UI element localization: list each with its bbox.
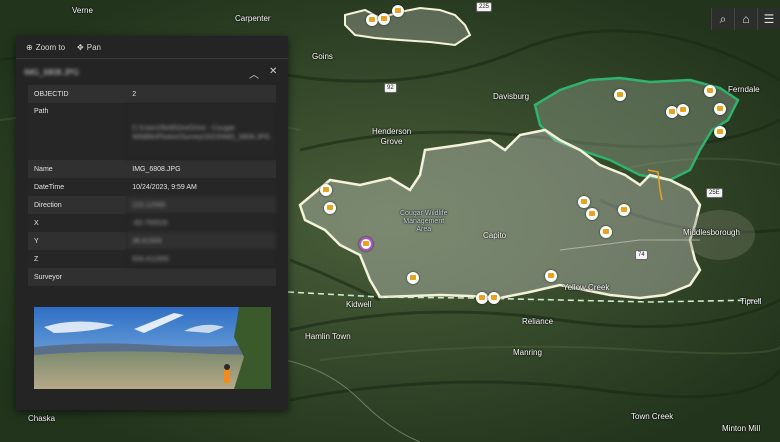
- pan-button[interactable]: ✥ Pan: [77, 43, 101, 52]
- field-value: C:\Users\field\OneDrive - Cougar Wildlif…: [126, 103, 276, 160]
- photo-marker[interactable]: [714, 126, 726, 138]
- area-label-wildlife: Cougar Wildlife Management Area: [400, 210, 448, 233]
- collapse-icon[interactable]: ︿: [249, 66, 259, 81]
- place-label-davisburg: Davisburg: [493, 92, 530, 101]
- close-icon[interactable]: ✕: [269, 66, 277, 77]
- table-row: DateTime 10/24/2023, 9:59 AM: [28, 178, 276, 196]
- popup-header: IMG_6808.JPG ︿ ✕: [16, 59, 288, 85]
- place-label-middlesborough: Middlesborough: [683, 228, 740, 237]
- photo-marker[interactable]: [392, 5, 404, 17]
- pan-label: Pan: [86, 42, 101, 52]
- place-label-capito: Capito: [483, 231, 507, 240]
- photo-marker[interactable]: [407, 272, 419, 284]
- field-name: Path: [28, 103, 127, 160]
- place-label-carpenter: Carpenter: [235, 14, 271, 23]
- table-row: Surveyor: [28, 268, 276, 286]
- attribute-table: OBJECTID 2 Path C:\Users\field\OneDrive …: [28, 85, 276, 286]
- place-label-town-creek: Town Creek: [631, 412, 674, 421]
- field-name: OBJECTID: [28, 85, 127, 103]
- field-name: Y: [28, 232, 127, 250]
- field-value: IMG_6808.JPG: [126, 160, 276, 178]
- pan-icon: ✥: [77, 42, 84, 52]
- map-toolbar: ⌕ ⌂ ☰: [711, 8, 780, 30]
- photo-marker[interactable]: [488, 292, 500, 304]
- place-label-reliance: Reliance: [522, 317, 554, 326]
- place-label-hamlin-town: Hamlin Town: [305, 332, 351, 341]
- field-value: -83.755526: [126, 214, 276, 232]
- photo-marker[interactable]: [324, 202, 336, 214]
- zoom-to-button[interactable]: ⊕ Zoom to: [26, 43, 65, 52]
- field-value: 633.411955: [126, 250, 276, 268]
- place-label-goins: Goins: [312, 52, 333, 61]
- highway-shield: 25E: [706, 188, 723, 198]
- photo-marker[interactable]: [320, 184, 332, 196]
- field-name: DateTime: [28, 178, 127, 196]
- selected-photo-marker[interactable]: [359, 237, 373, 251]
- field-name: Surveyor: [28, 268, 127, 286]
- field-value: 10/24/2023, 9:59 AM: [126, 178, 276, 196]
- photo-marker[interactable]: [714, 103, 726, 115]
- zoom-in-icon: ⊕: [26, 42, 33, 52]
- photo-marker[interactable]: [677, 104, 689, 116]
- highway-shield: 92: [384, 83, 397, 93]
- place-label-tiprell: Tiprell: [740, 297, 762, 306]
- search-icon[interactable]: ⌕: [711, 8, 734, 30]
- place-label-chaska: Chaska: [28, 414, 56, 423]
- photo-marker[interactable]: [600, 226, 612, 238]
- table-row: X -83.755526: [28, 214, 276, 232]
- field-name: Name: [28, 160, 127, 178]
- photo-marker[interactable]: [704, 85, 716, 97]
- layer-list-icon[interactable]: ☰: [757, 8, 780, 30]
- table-row: Y 36.61509: [28, 232, 276, 250]
- table-row: Path C:\Users\field\OneDrive - Cougar Wi…: [28, 103, 276, 160]
- field-value: [126, 268, 276, 286]
- table-row: Direction 215.12565: [28, 196, 276, 214]
- place-label-henderson-grove: Henderson Grove: [372, 127, 412, 146]
- field-value: 2: [126, 85, 276, 103]
- field-name: Z: [28, 250, 127, 268]
- table-row: Z 633.411955: [28, 250, 276, 268]
- place-label-kidwell: Kidwell: [346, 300, 372, 309]
- attachment-photo[interactable]: [34, 307, 271, 389]
- place-label-verne: Verne: [72, 6, 93, 15]
- highway-shield: 225: [476, 2, 493, 12]
- place-label-ferndale: Ferndale: [728, 85, 760, 94]
- photo-marker[interactable]: [366, 14, 378, 26]
- place-label-minton-mill: Minton Mill: [722, 424, 761, 433]
- photo-marker[interactable]: [578, 196, 590, 208]
- highway-shield: 74: [635, 250, 648, 260]
- photo-marker[interactable]: [614, 89, 626, 101]
- table-row: Name IMG_6808.JPG: [28, 160, 276, 178]
- photo-marker[interactable]: [618, 204, 630, 216]
- field-name: X: [28, 214, 127, 232]
- home-icon[interactable]: ⌂: [734, 8, 757, 30]
- photo-marker[interactable]: [545, 270, 557, 282]
- photo-marker[interactable]: [476, 292, 488, 304]
- place-label-manring: Manring: [513, 348, 542, 357]
- photo-marker[interactable]: [378, 13, 390, 25]
- zoom-to-label: Zoom to: [35, 42, 66, 52]
- field-value: 215.12565: [126, 196, 276, 214]
- table-row: OBJECTID 2: [28, 85, 276, 103]
- photo-marker[interactable]: [586, 208, 598, 220]
- field-value: 36.61509: [126, 232, 276, 250]
- popup-actions: ⊕ Zoom to ✥ Pan: [16, 36, 288, 59]
- popup-title: IMG_6808.JPG: [24, 67, 80, 77]
- field-name: Direction: [28, 196, 127, 214]
- place-label-yellow-creek: Yellow Creek: [563, 283, 610, 292]
